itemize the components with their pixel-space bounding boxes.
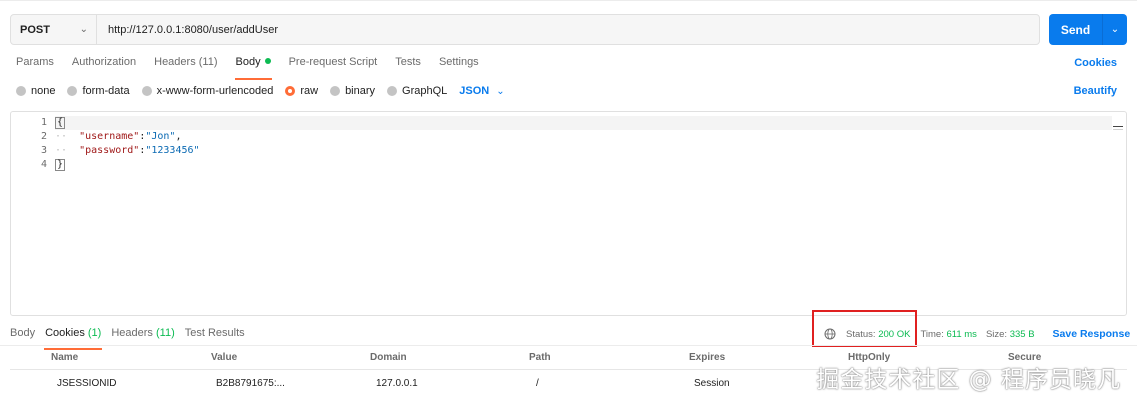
json-value: "Jon" xyxy=(145,131,176,142)
cookie-domain-cell: 127.0.0.1 xyxy=(376,377,418,389)
column-header-name: Name xyxy=(51,352,79,363)
tab-count: (1) xyxy=(87,327,102,339)
request-tabs: Params Authorization Headers (11) Body P… xyxy=(16,56,479,80)
radio-circle xyxy=(387,86,398,96)
tab-response-headers[interactable]: Headers (11) xyxy=(111,327,174,343)
tab-label: Cookies xyxy=(45,327,85,339)
tab-authorization[interactable]: Authorization xyxy=(72,56,136,72)
radio-label: x-www-form-urlencoded xyxy=(156,85,274,97)
code-line: ·· "password":"1233456" xyxy=(55,145,200,156)
size-value[interactable]: 335 B xyxy=(1010,329,1035,340)
line-number: 4 xyxy=(40,159,47,170)
code-line: } xyxy=(55,158,1112,172)
watermark: 掘金技术社区 @ 程序员晓凡 xyxy=(816,367,1121,393)
tab-label: Headers xyxy=(111,327,153,339)
size-label: Size: xyxy=(985,328,1008,340)
radio-circle xyxy=(16,86,26,96)
radio-circle-selected xyxy=(285,86,296,96)
tab-body-label: Body xyxy=(235,56,261,68)
column-header-expires: Expires xyxy=(689,352,726,363)
column-header-value: Value xyxy=(211,352,238,363)
tab-settings[interactable]: Settings xyxy=(439,56,479,72)
code-line: ·· "username":"Jon", xyxy=(55,131,182,142)
json-comma: , xyxy=(175,131,182,142)
radio-circle xyxy=(330,86,341,96)
method-label: POST xyxy=(20,23,50,36)
radio-label: GraphQL xyxy=(402,85,448,97)
radio-label: raw xyxy=(300,85,319,97)
save-response-button[interactable]: Save Response⌄ xyxy=(1053,328,1137,340)
json-value: "1233456" xyxy=(145,145,200,156)
send-button[interactable]: Send ⌄ xyxy=(1049,14,1127,45)
cookie-value-cell: B2B8791675:... xyxy=(216,377,285,389)
url-input[interactable]: http://127.0.0.1:8080/user/addUser xyxy=(97,24,278,36)
response-tabs: Body Cookies (1) Headers (11) Test Resul… xyxy=(10,327,245,350)
time-label: Time: xyxy=(920,328,944,340)
body-format-select[interactable]: JSON ⌄ xyxy=(459,85,504,97)
line-number: 2 xyxy=(40,131,47,142)
json-key: "username" xyxy=(79,131,140,142)
radio-label: form-data xyxy=(82,85,130,97)
json-key: "password" xyxy=(79,145,140,156)
radio-none[interactable]: none xyxy=(16,85,55,97)
tab-count: (11) xyxy=(155,327,175,339)
code-line: { xyxy=(55,116,1112,130)
radio-raw[interactable]: raw xyxy=(285,85,318,97)
chevron-down-icon: ⌄ xyxy=(496,85,505,97)
send-label: Send xyxy=(1060,22,1091,37)
tab-test-results[interactable]: Test Results xyxy=(185,327,245,343)
body-indicator-dot xyxy=(264,58,271,64)
body-type-radios: none form-data x-www-form-urlencoded raw… xyxy=(16,84,505,98)
tab-body[interactable]: Body xyxy=(234,56,272,80)
column-header-path: Path xyxy=(529,352,551,363)
radio-x-www-form-urlencoded[interactable]: x-www-form-urlencoded xyxy=(141,85,274,97)
tab-pre-request-script[interactable]: Pre-request Script xyxy=(289,56,378,72)
cookie-name-cell: JSESSIONID xyxy=(57,377,117,389)
cookies-link[interactable]: Cookies xyxy=(1074,57,1117,69)
tab-response-cookies[interactable]: Cookies (1) xyxy=(44,327,103,350)
chevron-down-icon: ⌄ xyxy=(79,24,88,35)
chevron-down-icon[interactable]: ⌄ xyxy=(1103,24,1127,35)
radio-binary[interactable]: binary xyxy=(330,85,375,97)
beautify-link[interactable]: Beautify xyxy=(1074,85,1117,97)
editor-scroll-marker xyxy=(1113,126,1123,127)
tab-response-body[interactable]: Body xyxy=(10,327,35,343)
cookie-path-cell: / xyxy=(536,377,539,389)
radio-circle xyxy=(67,86,78,96)
tab-params[interactable]: Params xyxy=(16,56,54,72)
time-value[interactable]: 611 ms xyxy=(946,329,976,340)
open-brace: { xyxy=(55,117,66,129)
save-response-label: Save Response xyxy=(1052,328,1131,340)
radio-graphql[interactable]: GraphQL xyxy=(387,85,447,97)
code-area[interactable]: { ·· "username":"Jon", ·· "password":"12… xyxy=(55,116,1112,172)
top-divider xyxy=(0,0,1137,1)
radio-label: none xyxy=(31,85,56,97)
request-url-bar: POST ⌄ http://127.0.0.1:8080/user/addUse… xyxy=(10,14,1040,45)
radio-circle xyxy=(141,86,152,96)
status-highlight-box xyxy=(812,310,917,347)
editor-scroll-marker xyxy=(1113,129,1123,130)
tab-headers[interactable]: Headers (11) xyxy=(154,56,217,72)
line-number: 3 xyxy=(40,145,47,156)
line-number-gutter: 1 2 3 4 xyxy=(11,116,47,172)
method-select[interactable]: POST ⌄ xyxy=(11,15,97,44)
cookie-expires-cell: Session xyxy=(694,377,730,389)
line-number: 1 xyxy=(40,117,47,128)
radio-label: binary xyxy=(345,85,376,97)
body-format-label: JSON xyxy=(459,85,490,97)
tab-tests[interactable]: Tests xyxy=(395,56,421,72)
body-editor[interactable]: 1 2 3 4 { ·· "username":"Jon", ·· "passw… xyxy=(10,111,1127,316)
column-header-domain: Domain xyxy=(370,352,407,363)
close-brace: } xyxy=(55,159,66,171)
radio-form-data[interactable]: form-data xyxy=(67,85,130,97)
